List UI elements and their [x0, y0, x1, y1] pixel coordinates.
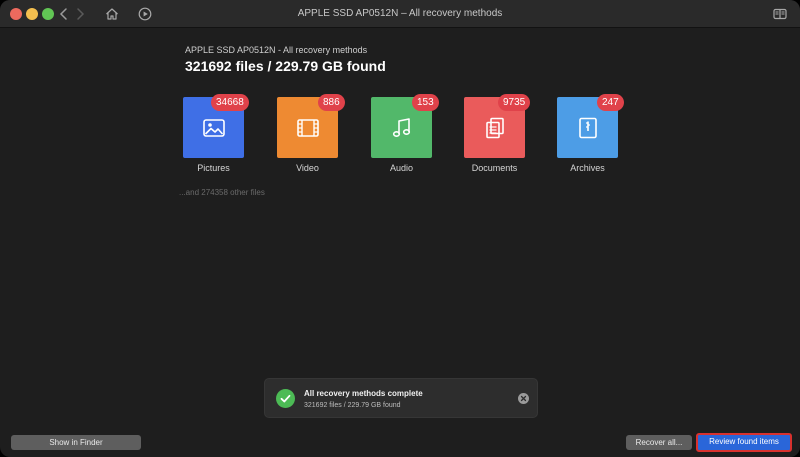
checkmark-icon — [276, 389, 295, 408]
other-files-text: ...and 274358 other files — [179, 188, 265, 197]
category-count-badge: 153 — [412, 94, 439, 111]
archive-icon — [578, 117, 597, 138]
category-label: Audio — [389, 163, 414, 173]
review-found-items-button[interactable]: Review found items — [696, 433, 792, 452]
documents-icon — [485, 117, 504, 138]
category-count-badge: 9735 — [498, 94, 531, 111]
picture-icon — [202, 118, 225, 137]
category-label: Documents — [471, 163, 518, 173]
toast-subtitle: 321692 files / 229.79 GB found — [304, 402, 401, 409]
category-count-badge: 34668 — [211, 94, 249, 111]
app-window: APPLE SSD AP0512N – All recovery methods… — [0, 0, 800, 457]
close-icon[interactable] — [518, 393, 529, 404]
category-count-badge: 886 — [318, 94, 345, 111]
window-title: APPLE SSD AP0512N – All recovery methods — [297, 8, 503, 19]
sidebar-icon[interactable] — [772, 6, 788, 22]
title-bar: APPLE SSD AP0512N – All recovery methods — [0, 0, 800, 28]
film-icon — [296, 118, 319, 137]
scan-headline: 321692 files / 229.79 GB found — [185, 58, 386, 74]
show-in-finder-button[interactable]: Show in Finder — [11, 435, 141, 450]
completion-toast: All recovery methods complete 321692 fil… — [264, 378, 538, 418]
recover-all-button[interactable]: Recover all... — [626, 435, 692, 450]
category-label: Video — [296, 163, 319, 173]
music-note-icon — [392, 117, 410, 137]
category-label: Pictures — [197, 163, 230, 173]
category-label: Archives — [570, 163, 605, 173]
scan-subtitle: APPLE SSD AP0512N - All recovery methods — [185, 45, 368, 55]
toast-title: All recovery methods complete — [304, 389, 423, 398]
category-count-badge: 247 — [597, 94, 624, 111]
